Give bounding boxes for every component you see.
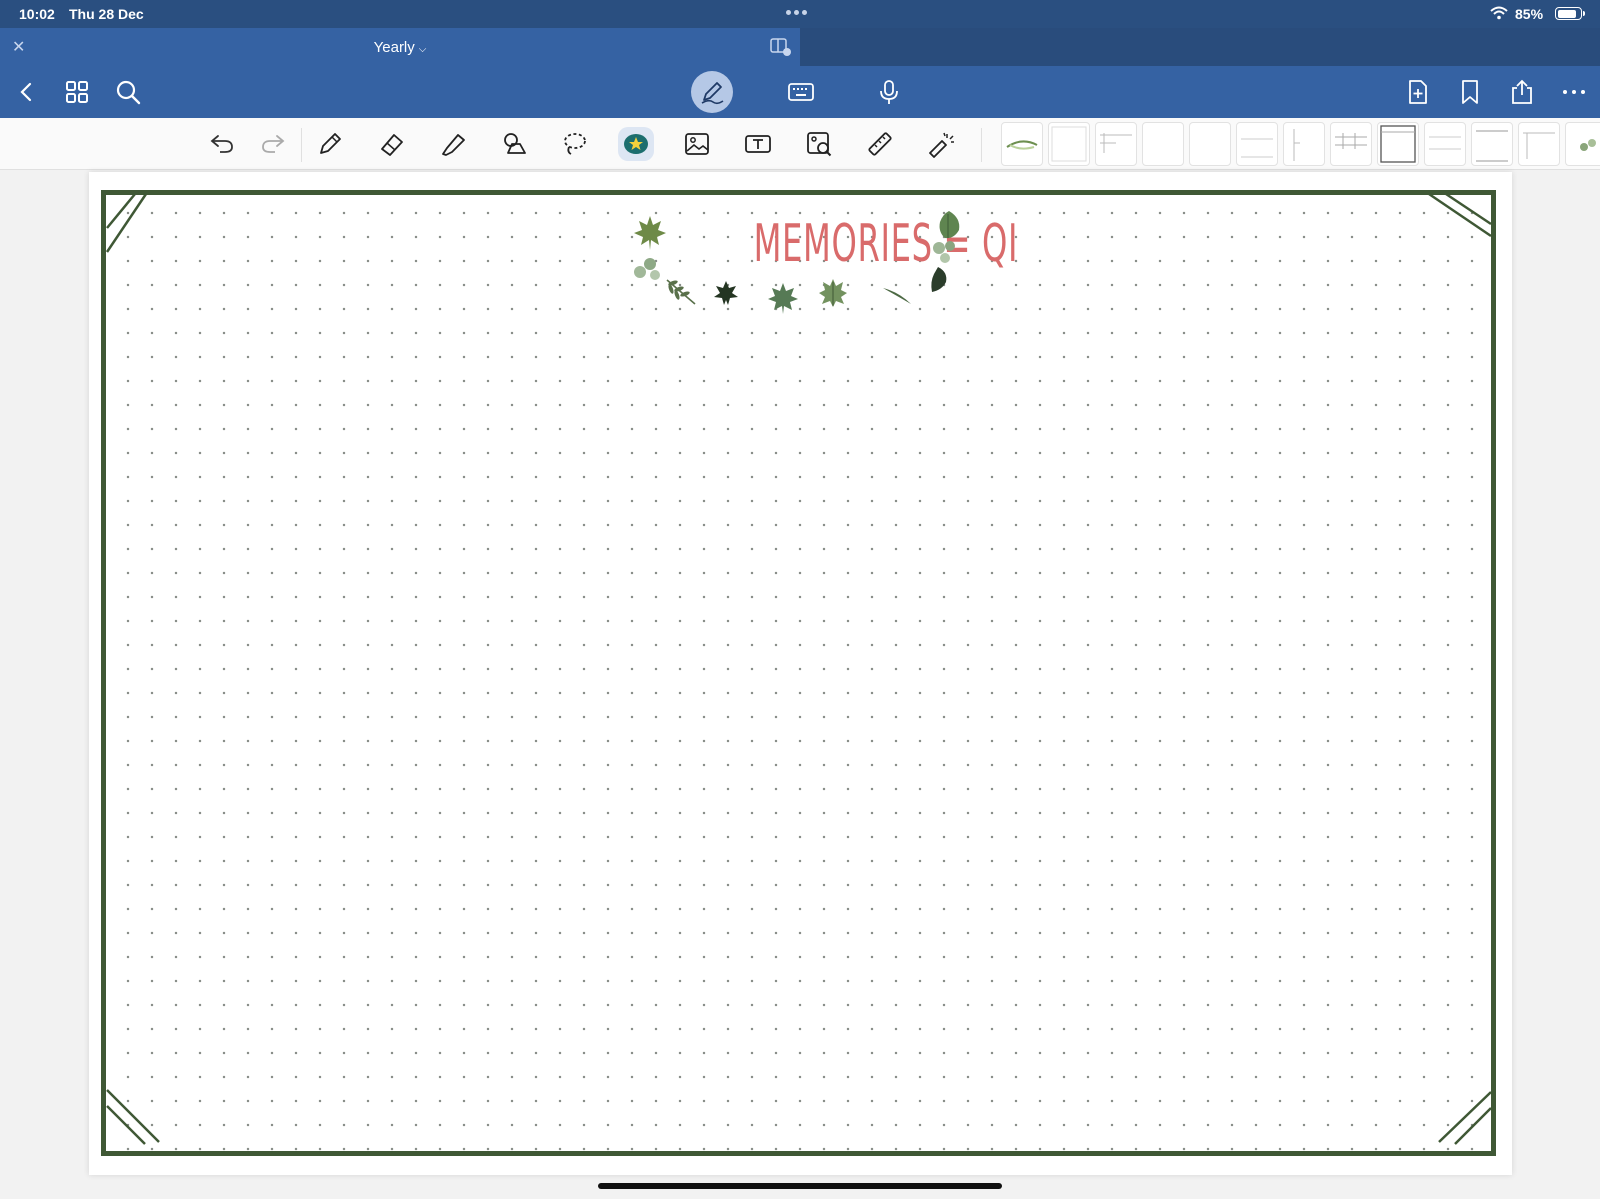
ruler-tool-icon[interactable] xyxy=(866,130,894,158)
corner-decorations xyxy=(105,192,1492,1145)
dark-leaf-sticker xyxy=(931,267,947,292)
grid-view-icon[interactable] xyxy=(64,79,90,105)
wifi-icon xyxy=(1490,6,1508,20)
drawing-tools-bar xyxy=(0,118,1600,170)
bookmark-icon[interactable] xyxy=(1457,79,1483,105)
image-search-tool-icon[interactable] xyxy=(805,130,833,158)
template-thumbnail[interactable] xyxy=(1048,122,1090,166)
undo-icon[interactable] xyxy=(208,130,236,158)
status-time: 10:02 xyxy=(19,6,55,22)
template-thumbnail[interactable] xyxy=(1518,122,1560,166)
keyboard-icon[interactable] xyxy=(787,79,815,105)
notebook-page[interactable]: MEMORIES = QI xyxy=(89,172,1512,1175)
battery-icon xyxy=(1555,7,1585,20)
text-tool-icon[interactable] xyxy=(744,130,772,158)
multitasking-dots-icon[interactable] xyxy=(786,10,807,15)
microphone-icon[interactable] xyxy=(876,79,902,105)
search-icon[interactable] xyxy=(115,79,141,105)
chevron-down-icon: ⌵ xyxy=(418,44,427,55)
grass-blade-sticker xyxy=(883,288,911,304)
navigation-toolbar xyxy=(0,66,1600,118)
status-date: Thu 28 Dec xyxy=(69,6,144,22)
toolbar-divider xyxy=(981,128,982,162)
eucalyptus-sticker xyxy=(634,258,660,280)
pen-tool-icon[interactable] xyxy=(316,130,344,158)
maple-leaf-sticker xyxy=(768,283,798,314)
template-thumbnail[interactable] xyxy=(1189,122,1231,166)
eucalyptus-sticker xyxy=(933,241,955,263)
template-thumbnail[interactable] xyxy=(1565,122,1600,166)
battery-percentage: 85% xyxy=(1515,6,1544,22)
sticker-tool-button[interactable] xyxy=(618,127,654,161)
status-bar: 10:02 Thu 28 Dec 85% xyxy=(0,0,1600,28)
more-options-icon[interactable] xyxy=(1561,79,1587,105)
fern-sprig-sticker xyxy=(666,279,696,305)
birch-leaf-sticker xyxy=(939,211,960,239)
template-thumbnail[interactable] xyxy=(1330,122,1372,166)
tab-title-label: Yearly xyxy=(373,39,415,56)
document-tab[interactable]: ✕ Yearly ⌵ xyxy=(0,28,800,66)
add-page-icon[interactable] xyxy=(1405,79,1431,105)
oak-leaf-sticker xyxy=(819,279,847,307)
template-thumbnail[interactable] xyxy=(1424,122,1466,166)
template-thumbnail[interactable] xyxy=(1377,122,1419,166)
template-thumbnail[interactable] xyxy=(1001,122,1043,166)
toolbar-divider xyxy=(301,128,302,162)
home-indicator[interactable] xyxy=(598,1183,1002,1189)
redo-icon[interactable] xyxy=(259,130,287,158)
laser-pointer-tool-icon[interactable] xyxy=(927,130,955,158)
template-thumbnail[interactable] xyxy=(1471,122,1513,166)
sticker-star-icon xyxy=(624,134,648,154)
template-thumbnail[interactable] xyxy=(1095,122,1137,166)
pen-mode-button[interactable] xyxy=(691,71,733,113)
tab-row: ✕ Yearly ⌵ xyxy=(0,28,1600,66)
eraser-tool-icon[interactable] xyxy=(378,130,406,158)
highlighter-tool-icon[interactable] xyxy=(439,130,467,158)
shapes-tool-icon[interactable] xyxy=(500,130,528,158)
share-icon[interactable] xyxy=(1509,79,1535,105)
dark-leaf-sticker xyxy=(714,281,738,305)
maple-leaf-sticker xyxy=(634,216,666,250)
template-thumbnail[interactable] xyxy=(1236,122,1278,166)
lasso-tool-icon[interactable] xyxy=(561,130,589,158)
image-tool-icon[interactable] xyxy=(683,130,711,158)
tab-title[interactable]: Yearly ⌵ xyxy=(0,39,800,56)
pen-mode-icon xyxy=(701,82,724,105)
split-view-icon[interactable] xyxy=(770,38,792,56)
back-icon[interactable] xyxy=(14,79,40,105)
template-thumbnail[interactable] xyxy=(1283,122,1325,166)
template-thumbnail[interactable] xyxy=(1142,122,1184,166)
